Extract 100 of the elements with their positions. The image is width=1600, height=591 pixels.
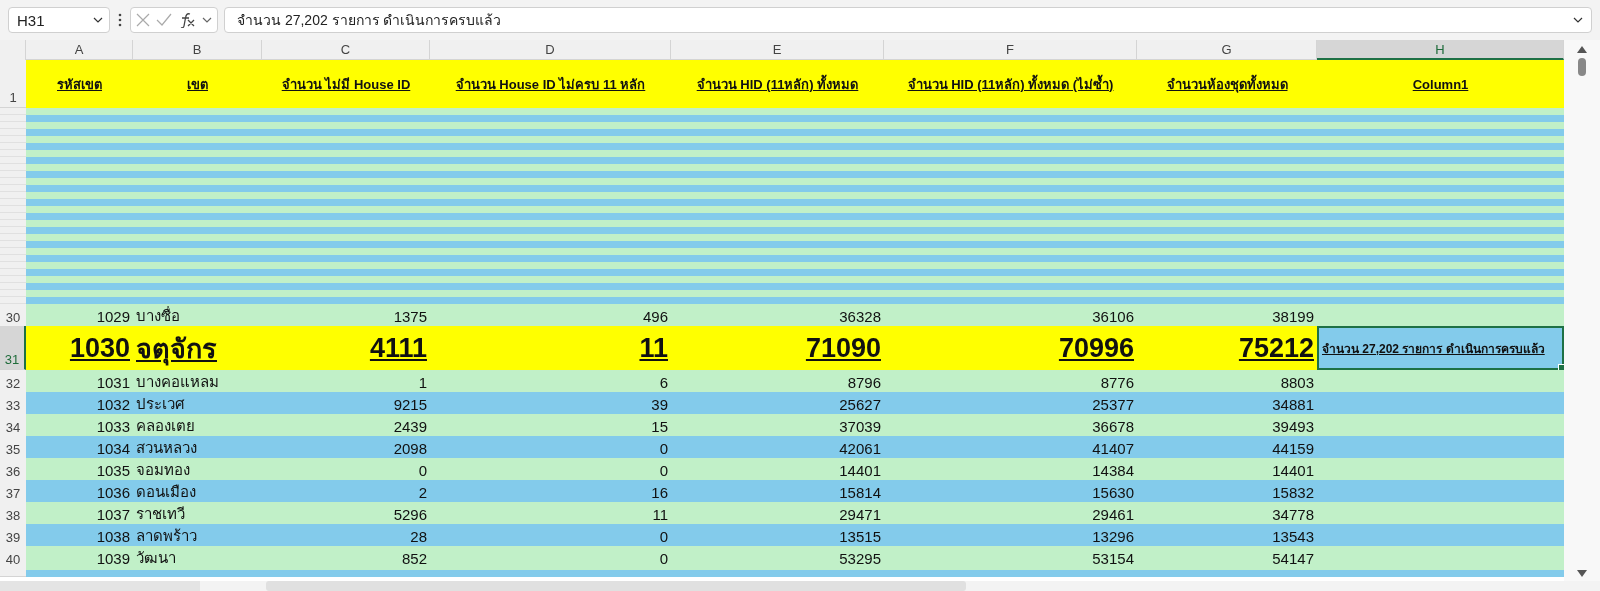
row-number[interactable]: 36 [0, 458, 26, 482]
row-number[interactable]: 39 [0, 524, 26, 548]
row-header[interactable] [0, 129, 26, 136]
up-arrow-icon[interactable] [1577, 46, 1587, 53]
row-header[interactable] [0, 171, 26, 178]
selected-cell[interactable]: จำนวน 27,202 รายการ ดำเนินการครบแล้ว [1317, 326, 1564, 370]
row-number[interactable]: 34 [0, 414, 26, 438]
row-header[interactable] [0, 241, 26, 248]
row-header[interactable] [0, 227, 26, 234]
table-cell: 14401 [671, 458, 884, 482]
column-header[interactable]: H [1317, 40, 1564, 60]
vertical-scrollbar[interactable] [1564, 40, 1600, 581]
table-cell: บางซื่อ [133, 304, 262, 328]
name-box[interactable]: H31 [8, 7, 110, 33]
table-cell: 28 [262, 524, 430, 548]
table-cell: จตุจักร [133, 326, 262, 370]
table-cell: 1032 [26, 392, 133, 416]
row-number[interactable]: 40 [0, 546, 26, 570]
row-header[interactable] [0, 150, 26, 157]
table-cell: 70996 [884, 326, 1137, 370]
table-cell: 41407 [884, 436, 1137, 460]
column-heading: เขต [187, 75, 208, 94]
row-header[interactable] [0, 136, 26, 143]
table-cell: 53295 [671, 546, 884, 570]
row-header[interactable] [0, 178, 26, 185]
check-icon[interactable] [156, 13, 172, 27]
row-number[interactable]: 1 [0, 60, 26, 108]
table-cell: 13296 [884, 524, 1137, 548]
table-cell: 0 [430, 436, 671, 460]
table-cell: 15832 [1137, 480, 1317, 504]
table-cell: 1039 [26, 546, 133, 570]
row-header[interactable] [0, 143, 26, 150]
table-cell: 39493 [1137, 414, 1317, 438]
table-cell: 852 [262, 546, 430, 570]
table-cell: บางคอแหลม [133, 370, 262, 394]
row-header[interactable] [0, 283, 26, 290]
table-cell: 1030 [26, 326, 133, 370]
table-cell: 1031 [26, 370, 133, 394]
row-header[interactable] [0, 115, 26, 122]
row-number[interactable]: 31 [0, 326, 26, 370]
row-number[interactable]: 38 [0, 502, 26, 526]
table-cell: 25377 [884, 392, 1137, 416]
function-icon[interactable] [178, 12, 196, 28]
table-cell: 8796 [671, 370, 884, 394]
row-header[interactable] [0, 276, 26, 283]
row-header[interactable] [0, 122, 26, 129]
row-number[interactable]: 30 [0, 304, 26, 328]
table-cell: 1037 [26, 502, 133, 526]
row-header[interactable] [0, 164, 26, 171]
row-header[interactable] [0, 262, 26, 269]
table-cell: 8776 [884, 370, 1137, 394]
table-cell: 0 [430, 458, 671, 482]
table-cell: 1036 [26, 480, 133, 504]
column-heading: Column1 [1412, 76, 1469, 92]
row-number[interactable]: 33 [0, 392, 26, 416]
column-heading: จำนวนห้องชุดทั้งหมด [1166, 73, 1288, 95]
table-cell: 0 [262, 458, 430, 482]
table-cell: 15 [430, 414, 671, 438]
table-cell: คลองเตย [133, 414, 262, 438]
table-cell: 37039 [671, 414, 884, 438]
row-header[interactable] [0, 255, 26, 262]
row-header[interactable] [0, 185, 26, 192]
table-cell: 34778 [1137, 502, 1317, 526]
row-header[interactable] [0, 234, 26, 241]
row-header[interactable] [0, 108, 26, 115]
scroll-thumb[interactable] [1578, 58, 1586, 76]
table-cell: 34881 [1137, 392, 1317, 416]
scroll-thumb[interactable] [266, 581, 966, 591]
formula-field[interactable]: จำนวน 27,202 รายการ ดำเนินการครบแล้ว [224, 7, 1592, 33]
table-cell: 75212 [1137, 326, 1317, 370]
table-cell: 38199 [1137, 304, 1317, 328]
row-number[interactable]: 35 [0, 436, 26, 460]
table-cell: 16 [430, 480, 671, 504]
row-header[interactable] [0, 269, 26, 276]
table-cell: 13543 [1137, 524, 1317, 548]
table-cell: 36106 [884, 304, 1137, 328]
row-header[interactable] [0, 290, 26, 297]
table-cell: 0 [430, 524, 671, 548]
down-arrow-icon[interactable] [1577, 570, 1587, 577]
row-header[interactable] [0, 157, 26, 164]
row-number[interactable]: 32 [0, 370, 26, 394]
chevron-icon[interactable] [202, 17, 212, 23]
row-header[interactable] [0, 213, 26, 220]
row-header[interactable] [0, 568, 26, 577]
table-cell: 14401 [1137, 458, 1317, 482]
table-cell: วัฒนา [133, 546, 262, 570]
cancel-icon[interactable] [136, 13, 150, 27]
row-header[interactable] [0, 192, 26, 199]
row-header[interactable] [0, 248, 26, 255]
table-cell: 53154 [884, 546, 1137, 570]
row-header[interactable] [0, 220, 26, 227]
row-header[interactable] [0, 297, 26, 304]
table-cell: 2 [262, 480, 430, 504]
row-number[interactable]: 37 [0, 480, 26, 504]
more-icon[interactable] [118, 13, 122, 27]
row-header[interactable] [0, 206, 26, 213]
table-cell: 42061 [671, 436, 884, 460]
row-header[interactable] [0, 199, 26, 206]
table-cell: 1375 [262, 304, 430, 328]
table-cell: 1 [262, 370, 430, 394]
